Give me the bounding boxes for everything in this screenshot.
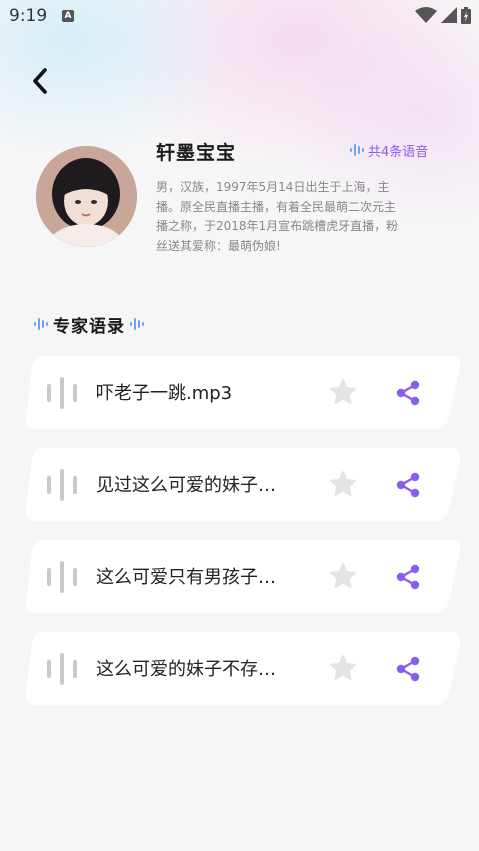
section-title: 专家语录 bbox=[34, 312, 144, 337]
sound-wave-icon bbox=[34, 318, 48, 330]
status-icons bbox=[411, 7, 471, 25]
chevron-left-icon bbox=[33, 68, 47, 94]
voice-title: 见过这么可爱的妹子… bbox=[96, 475, 276, 496]
voice-title: 这么可爱只有男孩子… bbox=[96, 567, 276, 588]
section-title-text: 专家语录 bbox=[53, 316, 125, 337]
profile-bio: 男，汉族，1997年5月14日出生于上海，主播。原全民直播主播，有着全民最萌二次… bbox=[156, 180, 399, 253]
status-bar: 9:19 A bbox=[0, 0, 479, 34]
favorite-star-icon[interactable] bbox=[329, 470, 357, 498]
wifi-icon bbox=[415, 7, 437, 23]
share-icon[interactable] bbox=[395, 564, 421, 590]
voice-item[interactable]: 这么可爱的妹子不存… bbox=[24, 632, 462, 705]
voice-item[interactable]: 吓老子一跳.mp3 bbox=[24, 356, 462, 429]
sound-bars-icon bbox=[47, 377, 77, 409]
back-button[interactable] bbox=[28, 66, 54, 96]
favorite-star-icon[interactable] bbox=[329, 654, 357, 682]
avatar bbox=[36, 146, 137, 247]
voice-title: 吓老子一跳.mp3 bbox=[96, 383, 233, 404]
share-icon[interactable] bbox=[395, 472, 421, 498]
sound-bars-icon bbox=[47, 653, 77, 685]
voice-count-badge: 共4条语音 bbox=[350, 141, 429, 160]
profile-name: 轩墨宝宝 bbox=[156, 142, 237, 164]
voice-item[interactable]: 这么可爱只有男孩子… bbox=[24, 540, 462, 613]
voice-item[interactable]: 见过这么可爱的妹子… bbox=[24, 448, 462, 521]
battery-icon bbox=[461, 7, 471, 24]
status-time: 9:19 bbox=[9, 6, 48, 26]
voice-count-text: 共4条语音 bbox=[368, 144, 429, 160]
share-icon[interactable] bbox=[395, 380, 421, 406]
sound-wave-icon bbox=[130, 318, 144, 330]
sound-bars-icon bbox=[47, 561, 77, 593]
a-icon: A bbox=[62, 10, 74, 22]
signal-icon bbox=[441, 7, 457, 23]
avatar-image bbox=[36, 146, 137, 247]
sound-bars-icon bbox=[47, 469, 77, 501]
share-icon[interactable] bbox=[395, 656, 421, 682]
favorite-star-icon[interactable] bbox=[329, 562, 357, 590]
favorite-star-icon[interactable] bbox=[329, 378, 357, 406]
sound-wave-icon bbox=[350, 144, 364, 156]
voice-title: 这么可爱的妹子不存… bbox=[96, 659, 276, 680]
